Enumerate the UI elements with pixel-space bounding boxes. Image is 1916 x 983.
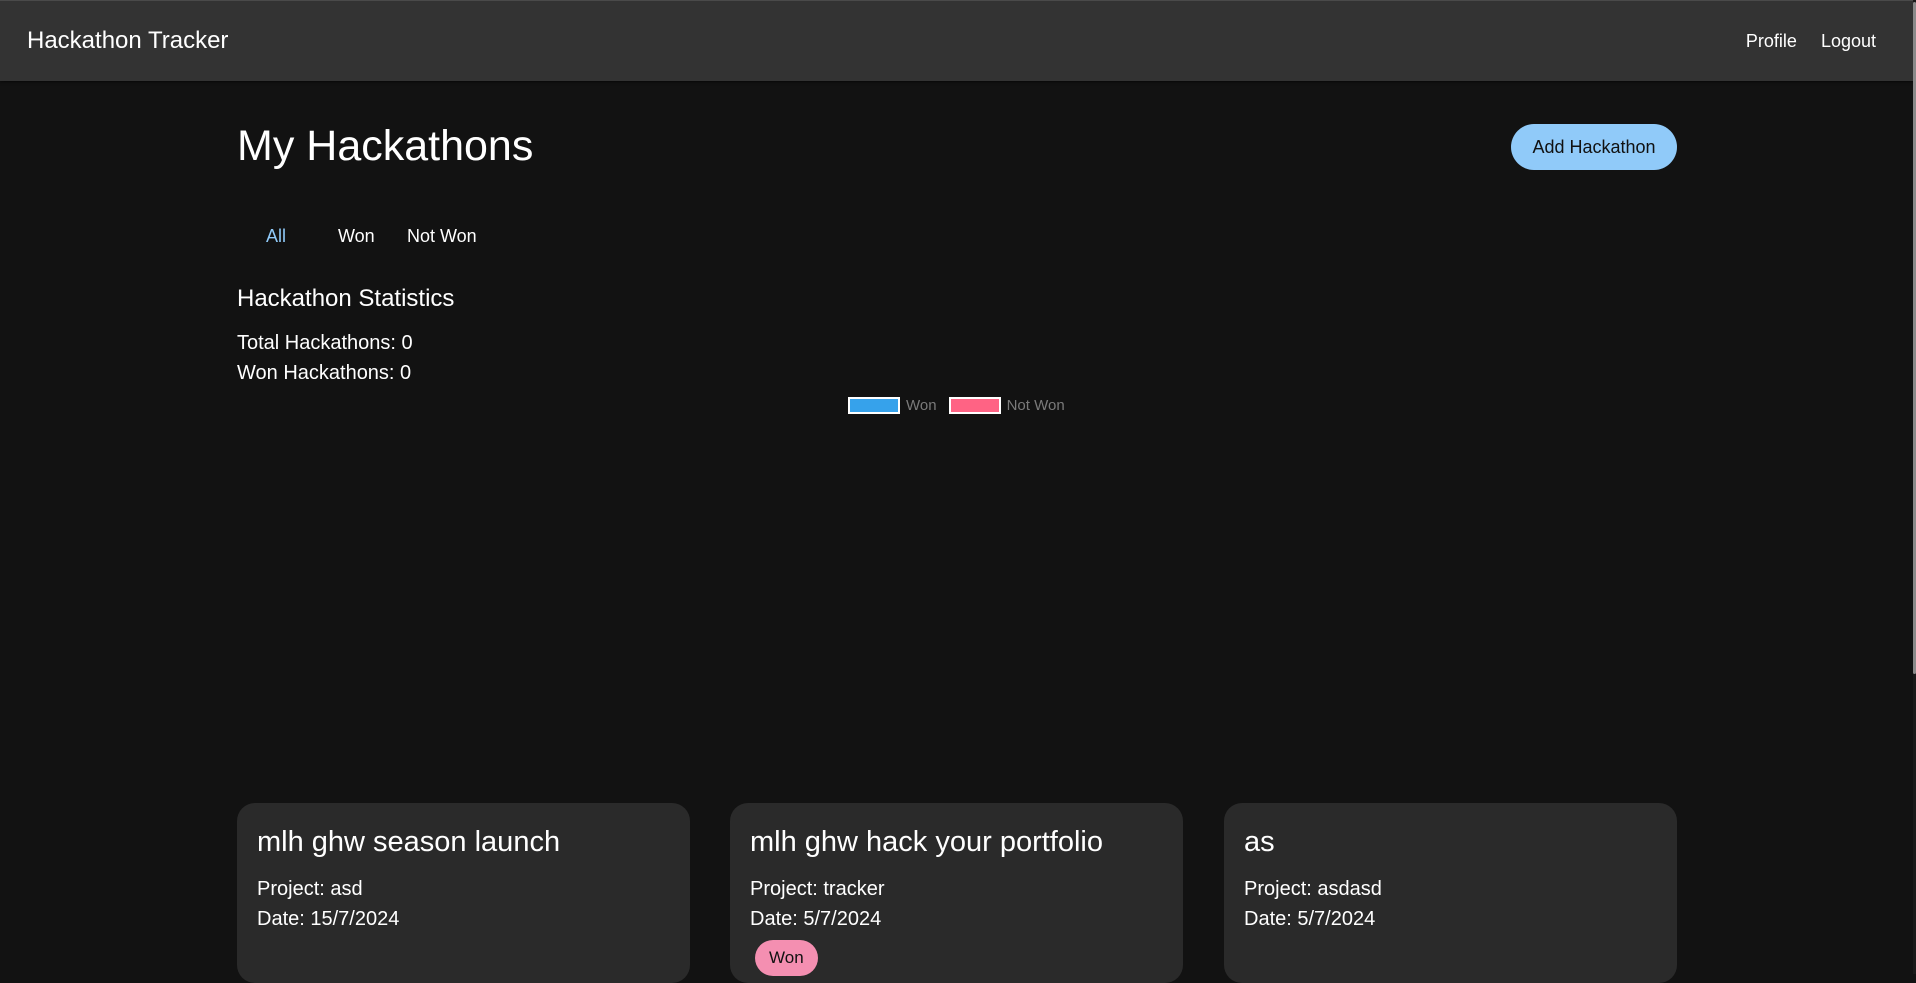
hackathon-project: Project: tracker xyxy=(750,878,885,900)
hackathon-name: as xyxy=(1244,826,1275,858)
hackathon-card[interactable]: as Project: asdasd Date: 5/7/2024 xyxy=(1224,803,1677,983)
tab-won[interactable]: Won xyxy=(338,222,375,250)
tab-all[interactable]: All xyxy=(266,222,286,250)
add-hackathon-button[interactable]: Add Hackathon xyxy=(1511,124,1677,170)
legend-label-not-won: Not Won xyxy=(1006,397,1065,414)
logout-link[interactable]: Logout xyxy=(1821,29,1876,53)
hackathon-card[interactable]: mlh ghw hack your portfolio Project: tra… xyxy=(730,803,1183,983)
legend-swatch-won xyxy=(848,397,900,414)
won-badge: Won xyxy=(755,940,818,976)
legend-item-not-won[interactable]: Not Won xyxy=(948,397,1065,414)
hackathon-project: Project: asdasd xyxy=(1244,878,1382,900)
nav-links: Profile Logout xyxy=(1746,29,1876,53)
legend-swatch-not-won xyxy=(948,397,1001,414)
statistics-heading: Hackathon Statistics xyxy=(237,285,455,312)
won-hackathons-stat: Won Hackathons: 0 xyxy=(237,362,412,384)
chart-legend: Won Not Won xyxy=(848,397,1077,414)
hackathon-card[interactable]: mlh ghw season launch Project: asd Date:… xyxy=(237,803,690,983)
hackathon-date: Date: 5/7/2024 xyxy=(1244,908,1376,930)
tab-not-won[interactable]: Not Won xyxy=(407,222,477,250)
hackathon-name: mlh ghw season launch xyxy=(257,826,561,858)
top-navbar: Hackathon Tracker Profile Logout xyxy=(0,0,1916,81)
legend-item-won[interactable]: Won xyxy=(848,397,937,414)
app-title[interactable]: Hackathon Tracker xyxy=(27,26,228,56)
hackathon-date: Date: 15/7/2024 xyxy=(257,908,400,930)
hackathon-project: Project: asd xyxy=(257,878,363,900)
total-hackathons-stat: Total Hackathons: 0 xyxy=(237,332,413,354)
legend-label-won: Won xyxy=(906,397,937,414)
page-title: My Hackathons xyxy=(237,122,534,170)
hackathon-date: Date: 5/7/2024 xyxy=(750,908,882,930)
profile-link[interactable]: Profile xyxy=(1746,29,1797,53)
stats-pie-chart xyxy=(237,425,1677,785)
hackathon-name: mlh ghw hack your portfolio xyxy=(750,826,1103,858)
